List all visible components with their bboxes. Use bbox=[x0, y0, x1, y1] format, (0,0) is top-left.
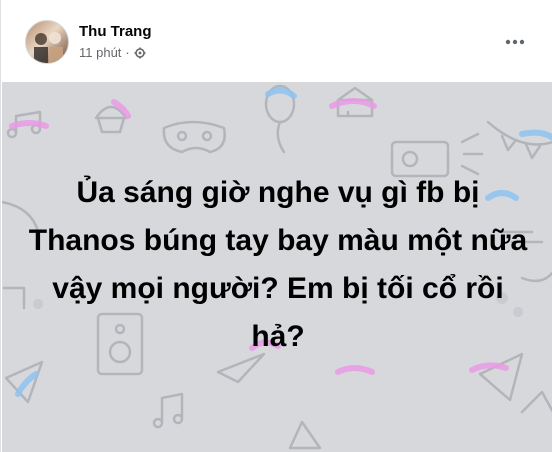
author-name[interactable]: Thu Trang bbox=[79, 23, 152, 40]
more-horizontal-icon[interactable] bbox=[495, 28, 535, 56]
post-background: Ủa sáng giờ nghe vụ gì fb bị Thanos búng… bbox=[2, 82, 552, 452]
facebook-post: Thu Trang 11 phút · Ủa sáng giờ nghe vụ … bbox=[0, 0, 552, 452]
avatar[interactable] bbox=[25, 20, 69, 64]
settings-icon[interactable] bbox=[134, 47, 146, 59]
post-meta: 11 phút · bbox=[79, 45, 146, 60]
meta-separator: · bbox=[125, 45, 130, 60]
post-header: Thu Trang 11 phút · bbox=[1, 0, 552, 80]
post-text: Ủa sáng giờ nghe vụ gì fb bị Thanos búng… bbox=[28, 176, 528, 353]
post-time[interactable]: 11 phút bbox=[79, 45, 121, 60]
